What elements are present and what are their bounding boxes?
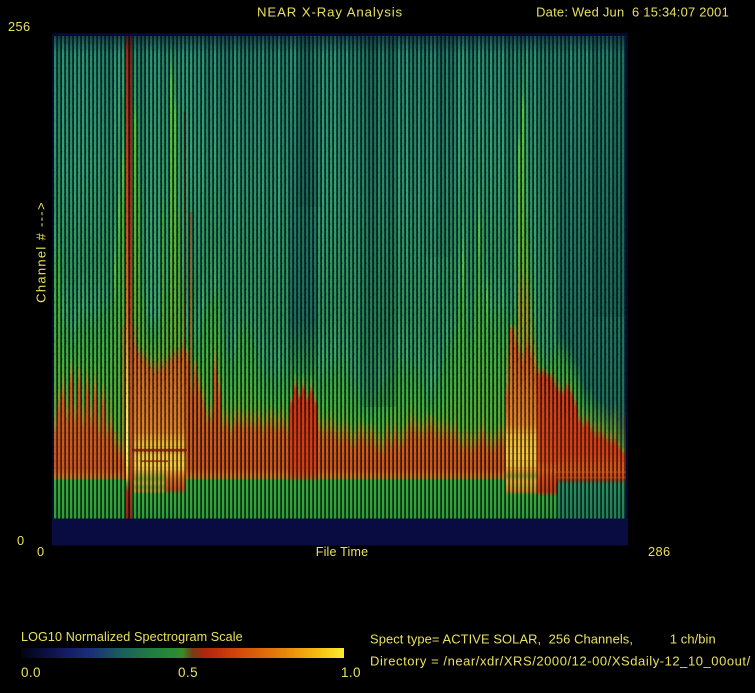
svg-text:0.5: 0.5 (178, 665, 198, 680)
svg-text:256: 256 (8, 19, 31, 34)
svg-text:1.0: 1.0 (341, 665, 361, 680)
svg-text:NEAR X-Ray Analysis: NEAR X-Ray Analysis (257, 5, 403, 20)
svg-text:0: 0 (17, 533, 24, 548)
svg-text:0.0: 0.0 (21, 665, 41, 680)
svg-text:Spect type= ACTIVE SOLAR, 256: Spect type= ACTIVE SOLAR, 256 Channels, … (370, 632, 716, 647)
svg-text:Date: Wed Jun 6 15:34:07 2001: Date: Wed Jun 6 15:34:07 2001 (536, 5, 729, 20)
svg-text:Channel # --->: Channel # ---> (34, 201, 49, 303)
svg-text:Directory = /near/xdr/XRS/2000: Directory = /near/xdr/XRS/2000/12-00/XSd… (370, 654, 751, 669)
svg-text:286: 286 (648, 544, 671, 559)
svg-text:0: 0 (37, 544, 44, 559)
svg-text:LOG10 Normalized Spectrogram S: LOG10 Normalized Spectrogram Scale (21, 630, 243, 644)
svg-text:File Time: File Time (316, 545, 369, 559)
